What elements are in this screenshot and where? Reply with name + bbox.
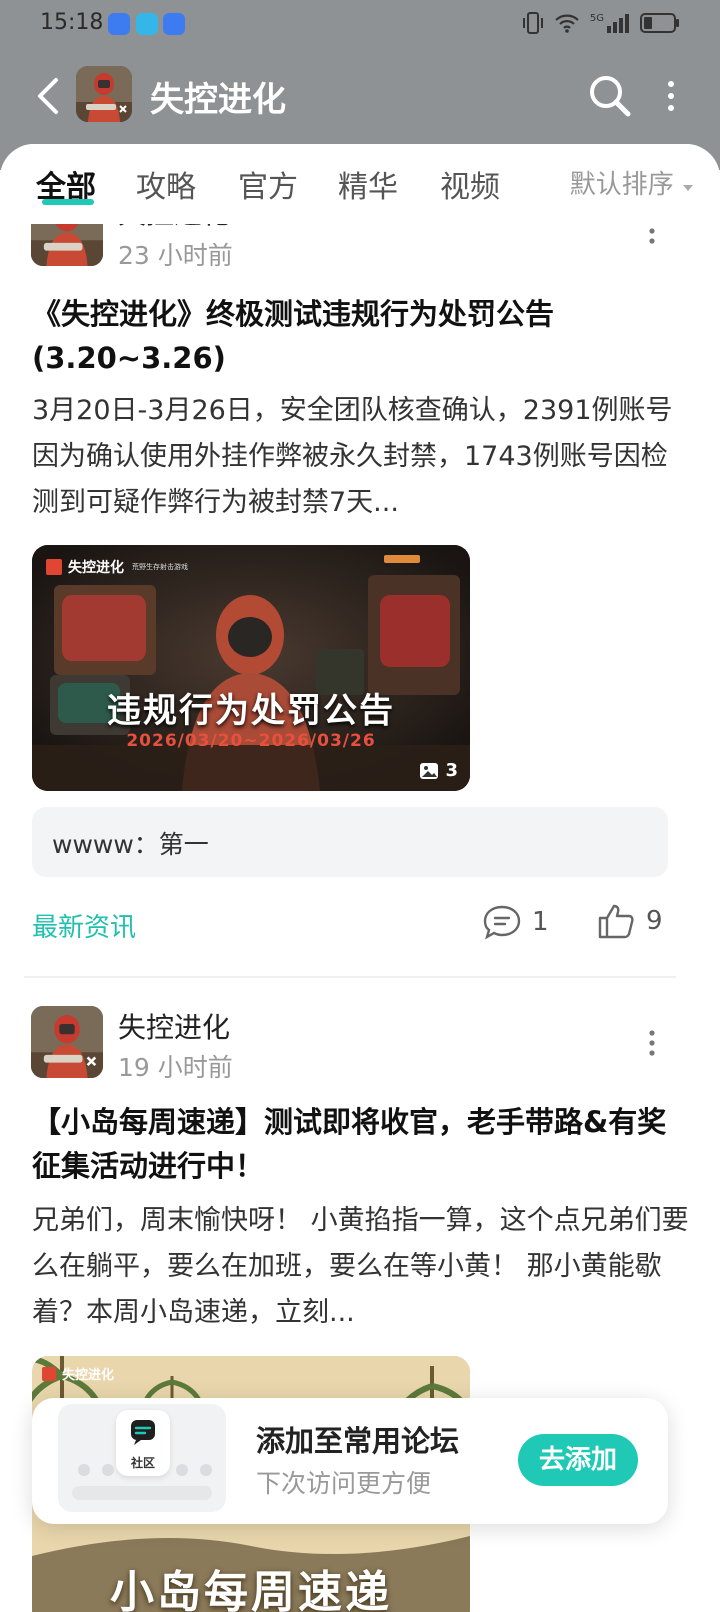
post-image-art <box>32 545 470 791</box>
image-headline: 小岛每周速递 <box>110 1567 392 1612</box>
forum-title: 失控进化 <box>150 80 286 120</box>
post-title[interactable]: 《失控进化》终极测试违规行为处罚公告 (3.20~3.26) <box>32 292 682 380</box>
signal-icon <box>607 14 629 33</box>
active-tab-indicator <box>42 199 94 205</box>
vibrate-icon <box>522 12 543 34</box>
sort-dropdown[interactable]: 默认排序 <box>570 164 694 201</box>
notification-reader-icon <box>136 13 158 35</box>
brand-logo-icon <box>46 559 62 575</box>
image-brand: 失控进化 荒野生存射击游戏 <box>46 557 188 577</box>
caret-down-icon <box>683 185 693 191</box>
image-headline: 违规行为处罚公告 <box>107 691 395 731</box>
comment-count: 1 <box>532 907 549 937</box>
image-dates: 2026/03/20~2026/03/26 <box>126 731 376 751</box>
category-tabs: 全部 攻略 官方 精华 视频 默认排序 <box>0 144 720 224</box>
more-menu-button[interactable] <box>656 76 686 116</box>
sort-label: 默认排序 <box>569 170 674 200</box>
back-button[interactable] <box>30 72 70 120</box>
post-title[interactable]: 【小岛每周速递】测试即将收官，老手带路&有奖征集活动进行中！ <box>32 1100 682 1188</box>
gallery-icon <box>420 762 439 779</box>
add-card-title: 添加至常用论坛 <box>256 1424 460 1458</box>
thumbs-up-icon <box>598 904 634 939</box>
like-button[interactable]: 9 <box>596 902 663 940</box>
post-time: 23 小时前 <box>118 241 233 270</box>
author-avatar[interactable] <box>31 1006 103 1078</box>
back-arrow-icon <box>38 78 58 114</box>
search-button[interactable] <box>586 72 634 120</box>
image-brand: 失控进化 <box>42 1364 114 1383</box>
post-excerpt[interactable]: 3月20日-3月26日，安全团队核查确认，2391例账号因为确认使用外挂作弊被永… <box>32 388 692 526</box>
notification-app-icon-2 <box>163 13 185 35</box>
app-bar: 失控进化 <box>0 62 720 132</box>
status-bar: 15:18 5G <box>0 0 720 48</box>
post-divider <box>24 976 676 978</box>
search-icon <box>590 76 631 117</box>
community-icon <box>131 1420 155 1445</box>
image-count-badge: 3 <box>419 760 458 781</box>
tab-guides[interactable]: 攻略 <box>136 162 196 206</box>
tab-featured[interactable]: 精华 <box>338 162 398 206</box>
author-name[interactable]: 失控进化 <box>118 1006 230 1046</box>
avatar-art <box>31 1006 103 1078</box>
comment-icon <box>483 905 521 940</box>
add-favorite-forum-card[interactable]: 社区 添加至常用论坛 下次访问更方便 去添加 <box>32 1398 668 1524</box>
tab-official[interactable]: 官方 <box>238 162 298 206</box>
notification-app-icon <box>108 13 130 35</box>
community-icon-label: 社区 <box>130 1456 155 1470</box>
comment-preview-text: wwww：第一 <box>52 830 209 859</box>
battery-icon <box>640 13 679 33</box>
brand-logo-icon <box>42 1366 56 1381</box>
status-indicators: 5G <box>522 11 680 35</box>
post-tag[interactable]: 最新资讯 <box>32 907 136 944</box>
forum-sheet: 失控进化 23 小时前 《失控进化》终极测试违规行为处罚公告 (3.20~3.2… <box>0 144 720 1612</box>
decor-bar <box>72 1486 212 1500</box>
post-excerpt[interactable]: 兄弟们，周末愉快呀！ 小黄掐指一算，这个点兄弟们要么在躺平，要么在加班，要么在等… <box>32 1198 692 1336</box>
add-forum-button[interactable]: 去添加 <box>518 1434 638 1486</box>
decor-dot <box>102 1464 114 1476</box>
post-options-button[interactable] <box>642 1028 662 1058</box>
comment-preview[interactable]: wwww：第一 <box>32 807 668 877</box>
more-vertical-icon <box>649 1030 655 1056</box>
decor-dot <box>176 1464 188 1476</box>
post-feed[interactable]: 失控进化 23 小时前 《失控进化》终极测试违规行为处罚公告 (3.20~3.2… <box>0 144 720 1612</box>
post-image[interactable]: 失控进化 荒野生存射击游戏 违规行为处罚公告 2026/03/20~2026/0… <box>32 545 470 791</box>
post-time: 19 小时前 <box>118 1053 233 1082</box>
add-card-subtitle: 下次访问更方便 <box>256 1469 432 1498</box>
image-count: 3 <box>445 760 458 781</box>
network-label: 5G <box>589 12 604 24</box>
status-time: 15:18 <box>40 10 104 35</box>
decor-dot <box>200 1464 212 1476</box>
image-brand-name: 失控进化 <box>68 560 124 576</box>
community-illustration: 社区 <box>58 1404 226 1512</box>
comment-count-button[interactable]: 1 <box>482 904 549 940</box>
game-icon-art <box>76 66 132 122</box>
wifi-icon <box>555 14 579 33</box>
decor-dot <box>78 1464 90 1476</box>
community-badge: 社区 <box>116 1410 170 1476</box>
more-vertical-icon <box>668 81 674 111</box>
image-brand-name: 失控进化 <box>62 1368 115 1383</box>
tab-videos[interactable]: 视频 <box>440 162 500 206</box>
image-brand-subtitle: 荒野生存射击游戏 <box>132 563 188 571</box>
game-icon[interactable] <box>76 66 132 122</box>
like-count: 9 <box>646 906 663 936</box>
